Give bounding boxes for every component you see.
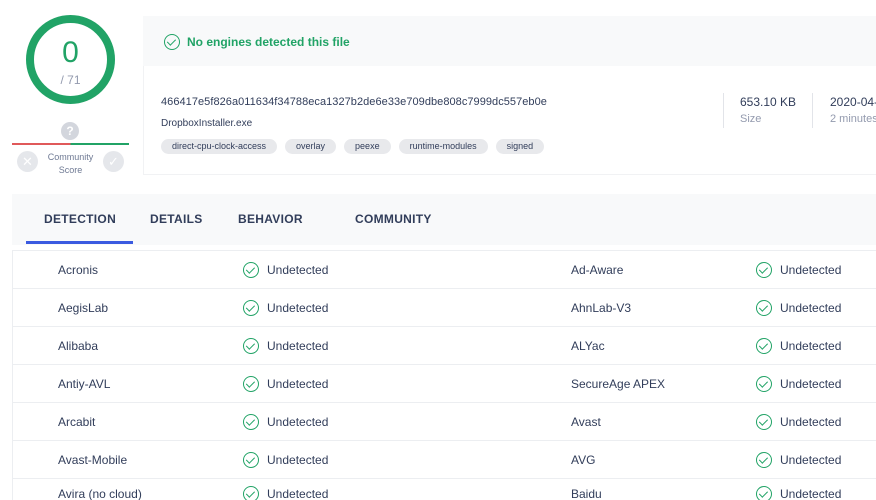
engine-name: Baidu — [571, 487, 602, 500]
engine-result: Undetected — [780, 453, 842, 467]
file-tags: direct-cpu-clock-access overlay peexe ru… — [161, 139, 545, 154]
detection-summary-banner: No engines detected this file — [143, 16, 876, 66]
engine-result: Undetected — [780, 301, 842, 315]
table-row: Avast-Mobile Undetected AVG Undetected — [13, 441, 876, 479]
check-circle-icon — [756, 452, 772, 468]
divider — [723, 93, 724, 128]
check-circle-icon — [243, 376, 259, 392]
engine-result: Undetected — [267, 301, 329, 315]
engine-result: Undetected — [780, 377, 842, 391]
table-row: Avira (no cloud) Undetected Baidu Undete… — [13, 479, 876, 500]
check-circle-icon — [243, 300, 259, 316]
tab-detection[interactable]: DETECTION — [44, 212, 116, 226]
engine-result: Undetected — [267, 263, 329, 277]
check-circle-icon — [243, 262, 259, 278]
detection-score-ring: 0 / 71 — [26, 15, 115, 104]
file-tag[interactable]: overlay — [285, 139, 337, 154]
engine-result: Undetected — [267, 377, 329, 391]
file-tag[interactable]: signed — [495, 139, 545, 154]
community-unknown-icon: ? — [61, 122, 79, 140]
file-tag[interactable]: runtime-modules — [398, 139, 488, 154]
file-info-card: 466417e5f826a011634f34788eca1327b2de6e33… — [143, 66, 876, 175]
engine-name: AhnLab-V3 — [571, 301, 632, 315]
detection-results-table: Acronis Undetected Ad-Aware Undetected A… — [12, 250, 876, 500]
table-row: Alibaba Undetected ALYac Undetected — [13, 327, 876, 365]
tab-details[interactable]: DETAILS — [150, 212, 203, 226]
community-score-bar — [12, 143, 129, 145]
virustotal-report: 0 / 71 ? ✕ Community Score ✓ No engines … — [0, 0, 876, 500]
check-circle-icon — [756, 338, 772, 354]
community-label-line2: Score — [58, 165, 83, 175]
report-tabs: DETECTION DETAILS BEHAVIOR COMMUNITY — [12, 194, 876, 245]
active-tab-indicator — [26, 241, 133, 244]
engine-name: Avira (no cloud) — [58, 487, 142, 500]
community-label-line1: Community — [47, 152, 94, 162]
community-score-label: Community Score — [41, 151, 100, 177]
divider — [812, 93, 813, 128]
file-tag[interactable]: peexe — [344, 139, 391, 154]
check-circle-icon — [243, 414, 259, 430]
engine-result: Undetected — [267, 415, 329, 429]
engine-result: Undetected — [780, 339, 842, 353]
engine-name: AVG — [571, 453, 596, 467]
engine-name: ALYac — [571, 339, 605, 353]
engine-name: Acronis — [58, 263, 99, 277]
engine-name: Alibaba — [58, 339, 99, 353]
detection-summary-text: No engines detected this file — [187, 35, 350, 49]
check-circle-icon — [243, 452, 259, 468]
analysis-date-relative: 2 minutes — [830, 113, 876, 125]
engine-result: Undetected — [780, 263, 842, 277]
check-circle-icon — [756, 486, 772, 500]
table-row: Acronis Undetected Ad-Aware Undetected — [13, 251, 876, 289]
check-circle-icon — [243, 338, 259, 354]
table-row: Arcabit Undetected Avast Undetected — [13, 403, 876, 441]
table-row: AegisLab Undetected AhnLab-V3 Undetected — [13, 289, 876, 327]
tab-behavior[interactable]: BEHAVIOR — [238, 212, 303, 226]
check-circle-icon — [164, 34, 180, 50]
check-circle-icon — [756, 376, 772, 392]
engine-total: / 71 — [60, 73, 81, 87]
engine-result: Undetected — [780, 487, 842, 500]
engine-name: SecureAge APEX — [571, 377, 666, 391]
engine-name: Avast — [571, 415, 601, 429]
file-hash[interactable]: 466417e5f826a011634f34788eca1327b2de6e33… — [161, 95, 547, 109]
check-circle-icon — [756, 414, 772, 430]
engine-name: Antiy-AVL — [58, 377, 111, 391]
file-tag[interactable]: direct-cpu-clock-access — [161, 139, 278, 154]
check-circle-icon — [756, 300, 772, 316]
tab-community[interactable]: COMMUNITY — [355, 212, 432, 226]
vote-harmless-icon[interactable]: ✓ — [103, 151, 124, 172]
detection-count: 0 — [62, 36, 79, 69]
file-size-label: Size — [740, 113, 762, 125]
table-row: Antiy-AVL Undetected SecureAge APEX Unde… — [13, 365, 876, 403]
engine-name: Avast-Mobile — [58, 453, 128, 467]
analysis-date-value: 2020-04- — [830, 95, 876, 109]
engine-result: Undetected — [780, 415, 842, 429]
engine-name: AegisLab — [58, 301, 109, 315]
engine-result: Undetected — [267, 453, 329, 467]
engine-result: Undetected — [267, 339, 329, 353]
vote-harmful-icon[interactable]: ✕ — [17, 151, 38, 172]
engine-result: Undetected — [267, 487, 329, 500]
check-circle-icon — [243, 486, 259, 500]
file-size-value: 653.10 KB — [740, 95, 797, 109]
check-circle-icon — [756, 262, 772, 278]
engine-name: Arcabit — [58, 415, 96, 429]
engine-name: Ad-Aware — [571, 263, 624, 277]
file-name: DropboxInstaller.exe — [161, 118, 253, 129]
